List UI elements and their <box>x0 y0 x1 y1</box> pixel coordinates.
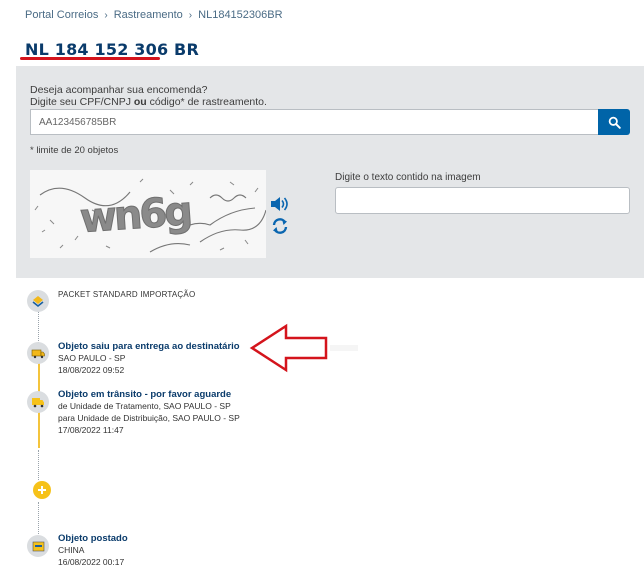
annotation-arrow-icon <box>249 323 358 373</box>
captcha-image: wn6g <box>30 170 266 258</box>
refresh-icon <box>272 218 288 234</box>
event-datetime: 17/08/2022 11:47 <box>58 425 124 435</box>
event-title: Objeto postado <box>58 533 128 544</box>
search-prompt-line1: Deseja acompanhar sua encomenda? <box>30 84 208 96</box>
breadcrumb-separator: › <box>104 9 108 21</box>
event-title: Objeto saiu para entrega ao destinatário <box>58 341 240 352</box>
annotation-underline <box>20 57 160 60</box>
breadcrumb-separator: › <box>188 9 193 21</box>
timeline-connector <box>38 450 39 480</box>
breadcrumb-portal-correios[interactable]: Portal Correios <box>25 9 98 21</box>
prompt-emphasis: ou <box>133 96 147 108</box>
event-location: CHINA <box>58 545 85 555</box>
limit-note: * limite de 20 objetos <box>30 145 119 156</box>
search-icon <box>608 116 621 129</box>
event-destination: para Unidade de Distribuição, SAO PAULO … <box>58 413 240 423</box>
captcha-input[interactable] <box>335 187 630 214</box>
event-title: Objeto em trânsito - por favor aguarde <box>58 389 232 400</box>
timeline-connector <box>38 360 40 392</box>
captcha-label: Digite o texto contido na imagem <box>335 172 481 183</box>
plus-icon[interactable] <box>33 481 51 499</box>
truck-icon <box>27 391 49 413</box>
breadcrumb-rastreamento[interactable]: Rastreamento <box>114 9 183 21</box>
timeline-connector <box>38 502 39 534</box>
captcha-text: wn6g <box>79 189 192 243</box>
search-prompt: Deseja acompanhar sua encomenda? Digite … <box>30 84 267 108</box>
tracking-code-input[interactable] <box>30 109 598 135</box>
search-button[interactable] <box>598 109 630 135</box>
prompt-text: Digite seu CPF/CNPJ <box>30 96 134 108</box>
event-origin: de Unidade de Tratamento, SAO PAULO - SP <box>58 401 231 411</box>
event-location: SAO PAULO - SP <box>58 353 126 363</box>
search-prompt-line2: Digite seu CPF/CNPJ ou código* de rastre… <box>30 96 267 108</box>
captcha-refresh-button[interactable] <box>271 217 289 240</box>
prompt-text: código* de rastreamento. <box>146 96 267 108</box>
search-panel: Deseja acompanhar sua encomenda? Digite … <box>16 66 644 278</box>
speaker-icon <box>271 197 288 211</box>
delivery-icon <box>27 342 49 364</box>
event-datetime: 16/08/2022 00:17 <box>58 557 125 567</box>
breadcrumb-current-code[interactable]: NL184152306BR <box>198 9 282 21</box>
event-datetime: 18/08/2022 09:52 <box>58 365 125 375</box>
captcha-audio-button[interactable] <box>270 196 290 217</box>
timeline-header: PACKET STANDARD IMPORTAÇÃO <box>58 290 196 299</box>
breadcrumb: Portal Correios › Rastreamento › NL18415… <box>25 9 283 21</box>
mailbox-icon <box>27 535 49 557</box>
timeline-connector <box>38 412 40 448</box>
package-icon <box>27 290 49 312</box>
